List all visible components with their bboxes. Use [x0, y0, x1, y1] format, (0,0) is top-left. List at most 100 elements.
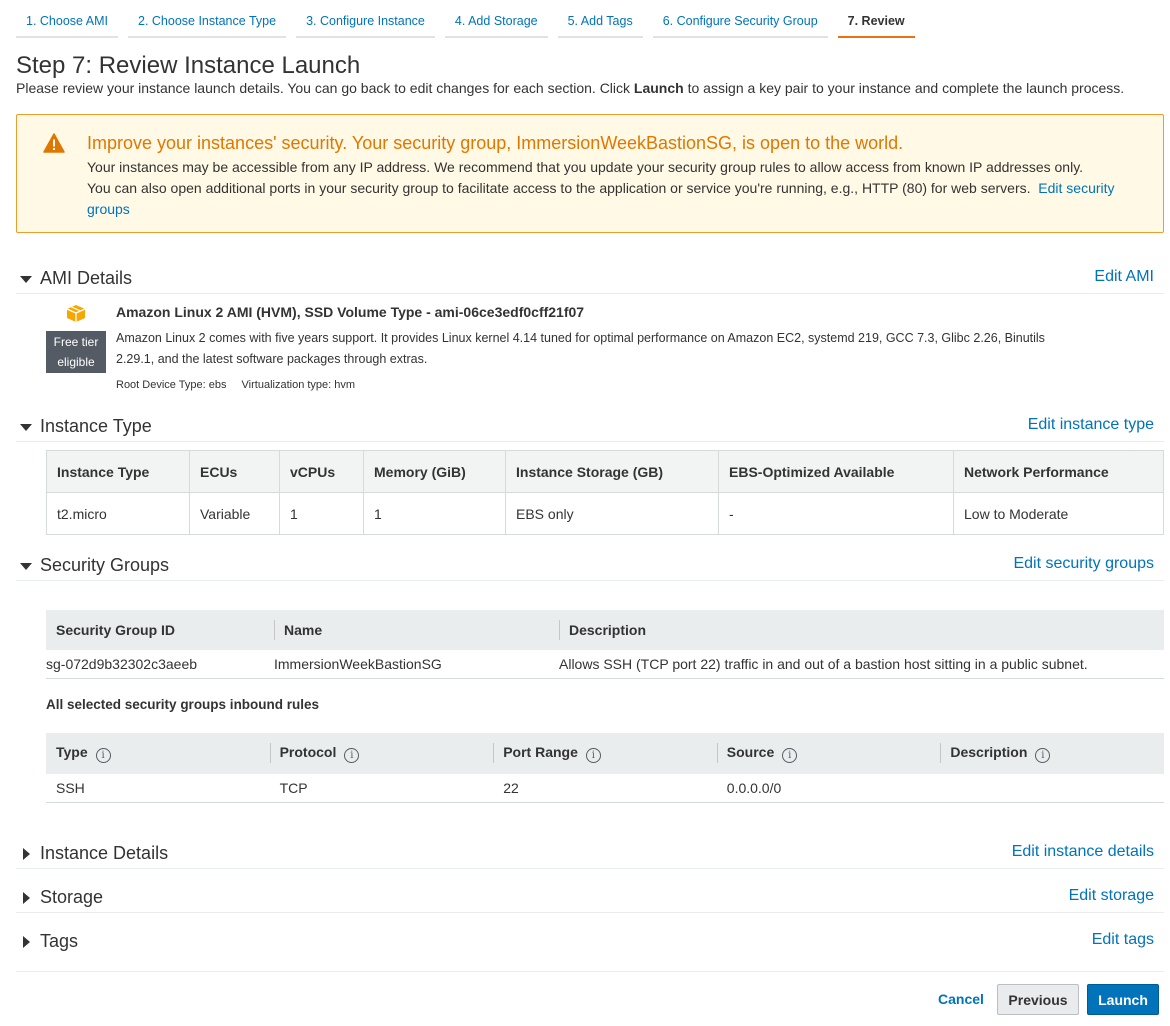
- instance-type-table: Instance Type ECUs vCPUs Memory (GiB) In…: [46, 450, 1164, 535]
- free-tier-line-1: Free tier: [53, 335, 99, 349]
- column-header: Name: [274, 610, 559, 650]
- section-ami-details: AMI Details Edit AMI: [16, 268, 1164, 294]
- column-header-description: Description i: [940, 733, 1164, 774]
- column-header: Memory (GiB): [363, 450, 506, 493]
- launch-button[interactable]: Launch: [1087, 984, 1159, 1015]
- rule-protocol: TCP: [269, 774, 494, 803]
- rule-type: SSH: [46, 774, 270, 803]
- tab-configure-security-group[interactable]: 6. Configure Security Group: [652, 6, 828, 38]
- tab-choose-instance-type[interactable]: 2. Choose Instance Type: [128, 6, 287, 38]
- caret-down-icon[interactable]: [20, 276, 32, 283]
- info-icon[interactable]: i: [344, 748, 360, 763]
- column-header-label: Protocol: [279, 744, 337, 760]
- rule-description: [940, 774, 1164, 803]
- info-icon[interactable]: i: [585, 748, 601, 763]
- page-description: Please review your instance launch detai…: [16, 80, 1124, 96]
- info-icon[interactable]: i: [782, 748, 798, 763]
- column-header-label: Source: [726, 744, 775, 760]
- section-instance-details: Instance Details Edit instance details: [16, 843, 1164, 869]
- column-header-type: Type i: [46, 733, 270, 774]
- column-header: Description: [559, 610, 1164, 650]
- security-warning: Improve your instances' security. Your s…: [16, 114, 1164, 233]
- warning-line-1: Your instances may be accessible from an…: [87, 159, 1084, 175]
- caret-right-icon[interactable]: [23, 892, 30, 904]
- ami-meta: Root Device Type: ebs Virtualization typ…: [116, 379, 355, 391]
- virtualization-type: Virtualization type: hvm: [241, 379, 356, 391]
- column-header-source: Source i: [716, 733, 941, 774]
- edit-instance-type-link[interactable]: Edit instance type: [1028, 416, 1154, 434]
- caret-right-icon[interactable]: [23, 848, 30, 860]
- column-header: Instance Type: [46, 450, 190, 493]
- edit-instance-details-link[interactable]: Edit instance details: [1012, 843, 1154, 861]
- free-tier-line-2: eligible: [57, 355, 95, 369]
- info-icon[interactable]: i: [1035, 748, 1051, 763]
- section-title-security-groups[interactable]: Security Groups: [40, 555, 169, 576]
- previous-button[interactable]: Previous: [997, 984, 1079, 1015]
- section-tags: Tags Edit tags: [16, 931, 1164, 957]
- security-group-name: ImmersionWeekBastionSG: [274, 650, 559, 679]
- rule-port-range: 22: [493, 774, 717, 803]
- section-title-storage[interactable]: Storage: [40, 887, 103, 908]
- table-row: SSH TCP 22 0.0.0.0/0: [46, 774, 1164, 803]
- caret-down-icon[interactable]: [20, 424, 32, 431]
- warning-line-2: You can also open additional ports in yo…: [87, 178, 1147, 220]
- table-cell: 1: [363, 492, 506, 535]
- column-header-port-range: Port Range i: [493, 733, 717, 774]
- table-cell: 1: [279, 492, 364, 535]
- wizard-tabs: 1. Choose AMI 2. Choose Instance Type 3.…: [16, 6, 915, 38]
- section-title-ami[interactable]: AMI Details: [40, 268, 132, 289]
- column-header: Instance Storage (GB): [505, 450, 719, 493]
- cube-icon: [66, 304, 86, 326]
- edit-tags-link[interactable]: Edit tags: [1092, 931, 1154, 949]
- edit-storage-link[interactable]: Edit storage: [1069, 887, 1154, 905]
- inbound-rules-table: Type i Protocol i Port Range i Source i Desc…: [46, 733, 1164, 803]
- page-title: Step 7: Review Instance Launch: [16, 52, 361, 79]
- warning-text: Your instances may be accessible from an…: [87, 157, 1147, 220]
- tab-review[interactable]: 7. Review: [837, 6, 915, 38]
- root-device-type: Root Device Type: ebs: [116, 379, 227, 391]
- table-cell: t2.micro: [46, 492, 190, 535]
- tab-add-tags[interactable]: 5. Add Tags: [557, 6, 643, 38]
- table-row: sg-072d9b32302c3aeeb ImmersionWeekBastio…: [46, 650, 1164, 679]
- table-cell: Variable: [189, 492, 280, 535]
- table-header-row: Security Group ID Name Description: [46, 610, 1164, 650]
- section-instance-type: Instance Type Edit instance type: [16, 416, 1164, 442]
- column-header-label: Type: [56, 744, 88, 760]
- edit-ami-link[interactable]: Edit AMI: [1094, 268, 1154, 286]
- warning-icon: [43, 133, 65, 156]
- warning-line-2-text: You can also open additional ports in yo…: [87, 180, 1031, 196]
- section-title-tags[interactable]: Tags: [40, 931, 78, 952]
- tab-add-storage[interactable]: 4. Add Storage: [444, 6, 548, 38]
- section-title-instance-details[interactable]: Instance Details: [40, 843, 168, 864]
- column-header: Security Group ID: [46, 610, 274, 650]
- column-header: vCPUs: [279, 450, 364, 493]
- free-tier-badge: Free tier eligible: [46, 331, 106, 373]
- section-storage: Storage Edit storage: [16, 887, 1164, 913]
- inbound-rules-label: All selected security groups inbound rul…: [46, 697, 320, 712]
- caret-right-icon[interactable]: [23, 936, 30, 948]
- footer-divider: [16, 971, 1164, 972]
- tab-configure-instance[interactable]: 3. Configure Instance: [296, 6, 435, 38]
- column-header: ECUs: [189, 450, 280, 493]
- page-desc-after: to assign a key pair to your instance an…: [683, 80, 1125, 96]
- security-group-description: Allows SSH (TCP port 22) traffic in and …: [559, 650, 1164, 679]
- ami-description: Amazon Linux 2 comes with five years sup…: [116, 331, 1045, 366]
- ami-name: Amazon Linux 2 AMI (HVM), SSD Volume Typ…: [116, 304, 585, 320]
- column-header-label: Port Range: [503, 744, 578, 760]
- column-header-protocol: Protocol i: [269, 733, 494, 774]
- table-cell: Low to Moderate: [953, 492, 1164, 535]
- warning-title: Improve your instances' security. Your s…: [87, 133, 904, 153]
- table-header-row: Instance Type ECUs vCPUs Memory (GiB) In…: [46, 450, 1164, 493]
- info-icon[interactable]: i: [95, 748, 111, 763]
- section-title-instance-type[interactable]: Instance Type: [40, 416, 152, 437]
- edit-security-groups-link[interactable]: Edit security groups: [1013, 555, 1154, 573]
- cancel-button[interactable]: Cancel: [930, 984, 992, 1015]
- table-cell: -: [718, 492, 954, 535]
- security-groups-table: Security Group ID Name Description sg-07…: [46, 610, 1164, 679]
- column-header: Network Performance: [953, 450, 1164, 493]
- caret-down-icon[interactable]: [20, 563, 32, 570]
- tab-choose-ami[interactable]: 1. Choose AMI: [16, 6, 118, 38]
- page-desc-before: Please review your instance launch detai…: [16, 80, 634, 96]
- page-desc-bold: Launch: [633, 80, 684, 96]
- table-cell: EBS only: [505, 492, 719, 535]
